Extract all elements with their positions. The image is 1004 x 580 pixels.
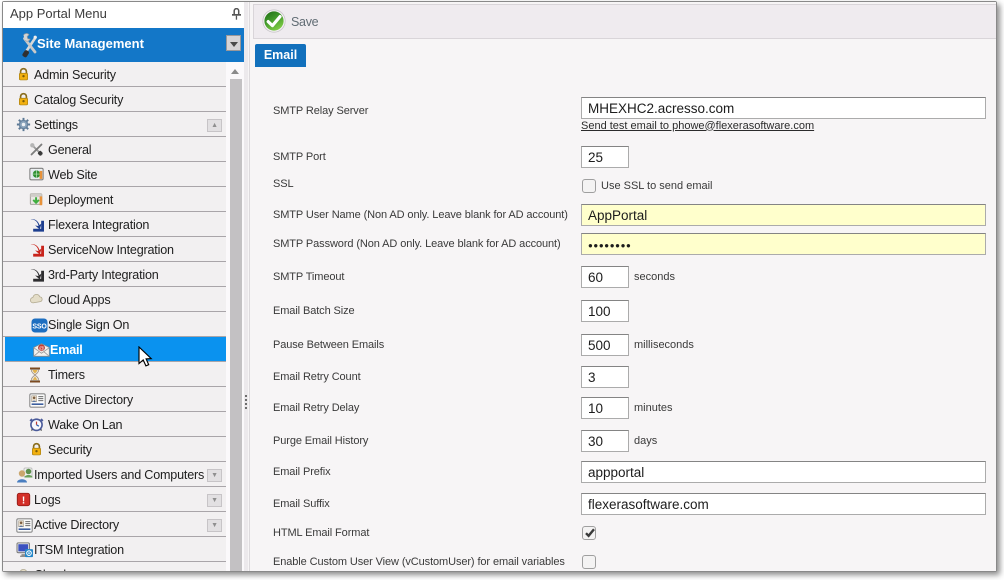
svg-text:SSO: SSO: [32, 323, 47, 330]
svg-text:@: @: [38, 346, 44, 352]
svg-text:!: !: [22, 495, 25, 506]
